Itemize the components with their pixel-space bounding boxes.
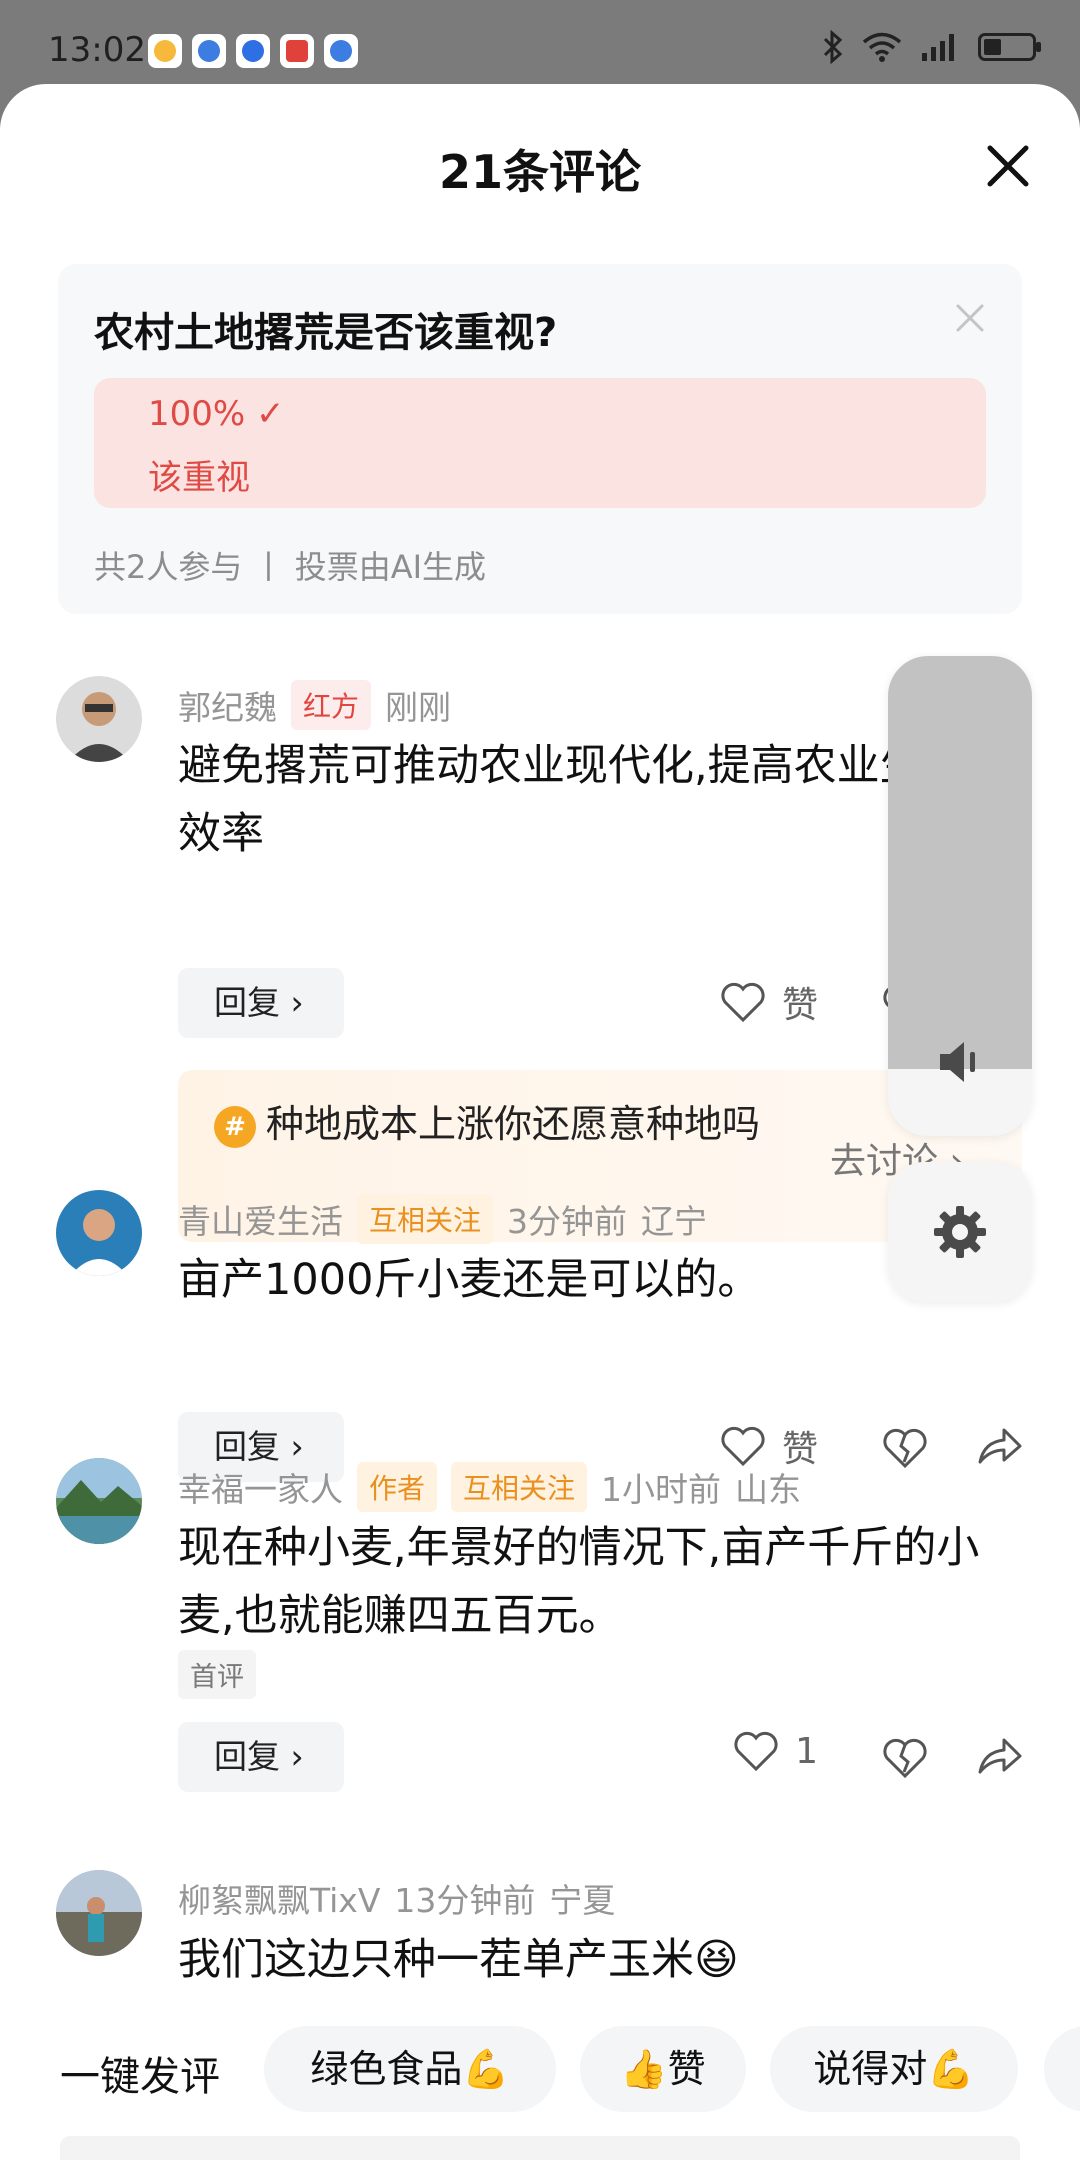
status-time: 13:02: [48, 30, 146, 70]
heart-icon: [721, 1426, 765, 1467]
speaker-icon: [940, 1042, 975, 1082]
news-app-icon: [280, 34, 314, 68]
dislike-icon[interactable]: [880, 1422, 930, 1472]
status-bar: 13:02: [0, 0, 1080, 90]
avatar[interactable]: [56, 1190, 142, 1276]
volume-slider[interactable]: [888, 656, 1032, 1136]
gear-icon: [934, 1206, 986, 1258]
status-app-icons: [148, 34, 358, 68]
comment-username[interactable]: 幸福一家人: [178, 1463, 343, 1511]
quick-chip[interactable]: 绿色食品💪: [264, 2026, 556, 2112]
poll-option-percent: 100% ✓: [148, 394, 285, 434]
wifi-icon: [862, 32, 902, 62]
reply-button[interactable]: 回复 ›: [178, 968, 344, 1038]
poll-close-icon[interactable]: [952, 300, 988, 336]
comment-username[interactable]: 柳絮飘飘TixV: [178, 1874, 380, 1922]
comment-tag: 互相关注: [357, 1194, 494, 1244]
avatar[interactable]: [56, 1458, 142, 1544]
comment-text: 现在种小麦,年景好的情况下,亩产千斤的小麦,也就能赚四五百元。: [178, 1523, 980, 1641]
browser-app-icon-2: [324, 34, 358, 68]
sheet-title: 21条评论: [438, 145, 641, 199]
volume-slider-fill: [888, 656, 1032, 1069]
heart-icon: [734, 1731, 778, 1772]
comment-meta: 郭纪魏 红方 刚刚: [178, 680, 451, 730]
weather-app-icon: [148, 34, 182, 68]
comment-location: 宁夏: [549, 1881, 616, 1920]
quick-comment-bar: 一键发评 绿色食品💪 👍赞 说得对💪: [0, 2024, 1080, 2114]
dislike-icon[interactable]: [880, 1732, 930, 1782]
comment-location: 辽宁: [641, 1202, 708, 1241]
baidu-app-icon: [236, 34, 270, 68]
reply-button[interactable]: 回复 ›: [178, 1722, 344, 1792]
settings-button[interactable]: [888, 1162, 1032, 1302]
share-icon[interactable]: [974, 1732, 1024, 1782]
topic-text: 种地成本上涨你还愿意种地吗: [266, 1102, 761, 1146]
comment-tag: 红方: [291, 680, 372, 730]
bluetooth-icon: [823, 30, 843, 64]
poll-footer: 共2人参与 丨 投票由AI生成: [94, 548, 487, 586]
comment-location: 山东: [735, 1470, 802, 1509]
like-label: 赞: [781, 985, 818, 1026]
like-button[interactable]: 1: [733, 1730, 818, 1772]
comment-text: 我们这边只种一茬单产玉米😆: [178, 1935, 739, 1985]
like-button[interactable]: 赞: [720, 976, 818, 1028]
comments-sheet: 21条评论 农村土地撂荒是否该重视? 100% ✓ 该重视 共2人参与 丨 投票…: [0, 84, 1080, 2160]
status-indicators: [822, 30, 1041, 64]
comment-text: 避免撂荒可推动农业现代化,提高农业生产效率: [178, 741, 966, 859]
quick-chip-overflow[interactable]: [1044, 2026, 1080, 2112]
browser-app-icon: [192, 34, 226, 68]
poll-card: 农村土地撂荒是否该重视? 100% ✓ 该重视 共2人参与 丨 投票由AI生成: [58, 264, 1022, 614]
poll-question: 农村土地撂荒是否该重视?: [94, 310, 558, 356]
poll-option-label: 该重视: [148, 458, 250, 498]
comment-time: 刚刚: [385, 688, 452, 727]
share-icon[interactable]: [974, 1422, 1024, 1472]
comment-meta: 柳絮飘飘TixV 13分钟前 宁夏: [178, 1874, 615, 1922]
avatar[interactable]: [56, 1870, 142, 1956]
close-icon[interactable]: [976, 134, 1040, 198]
comment-meta: 青山爱生活 互相关注 3分钟前 辽宁: [178, 1194, 707, 1244]
like-count: 1: [795, 1730, 818, 1772]
cellular-signal-icon: [922, 34, 954, 61]
comment-input[interactable]: [60, 2136, 1020, 2160]
battery-icon: [978, 33, 1041, 61]
quick-chip[interactable]: 👍赞: [580, 2026, 746, 2112]
heart-icon: [721, 982, 765, 1023]
comment-text: 亩产1000斤小麦还是可以的。: [178, 1255, 761, 1305]
comment-username[interactable]: 青山爱生活: [178, 1195, 343, 1243]
comment-time: 3分钟前: [507, 1202, 628, 1241]
comment-tag: 互相关注: [451, 1462, 588, 1512]
comment-time: 13分钟前: [394, 1881, 536, 1920]
avatar[interactable]: [56, 676, 142, 762]
comment-username[interactable]: 郭纪魏: [178, 681, 277, 729]
quick-chip[interactable]: 说得对💪: [770, 2026, 1018, 2112]
comment-time: 1小时前: [601, 1470, 722, 1509]
author-tag: 作者: [357, 1462, 438, 1512]
comment-meta: 幸福一家人 作者 互相关注 1小时前 山东: [178, 1462, 801, 1512]
quick-comment-label: 一键发评: [60, 2054, 220, 2100]
poll-option[interactable]: 100% ✓ 该重视: [94, 378, 986, 508]
first-comment-badge: 首评: [178, 1650, 256, 1699]
